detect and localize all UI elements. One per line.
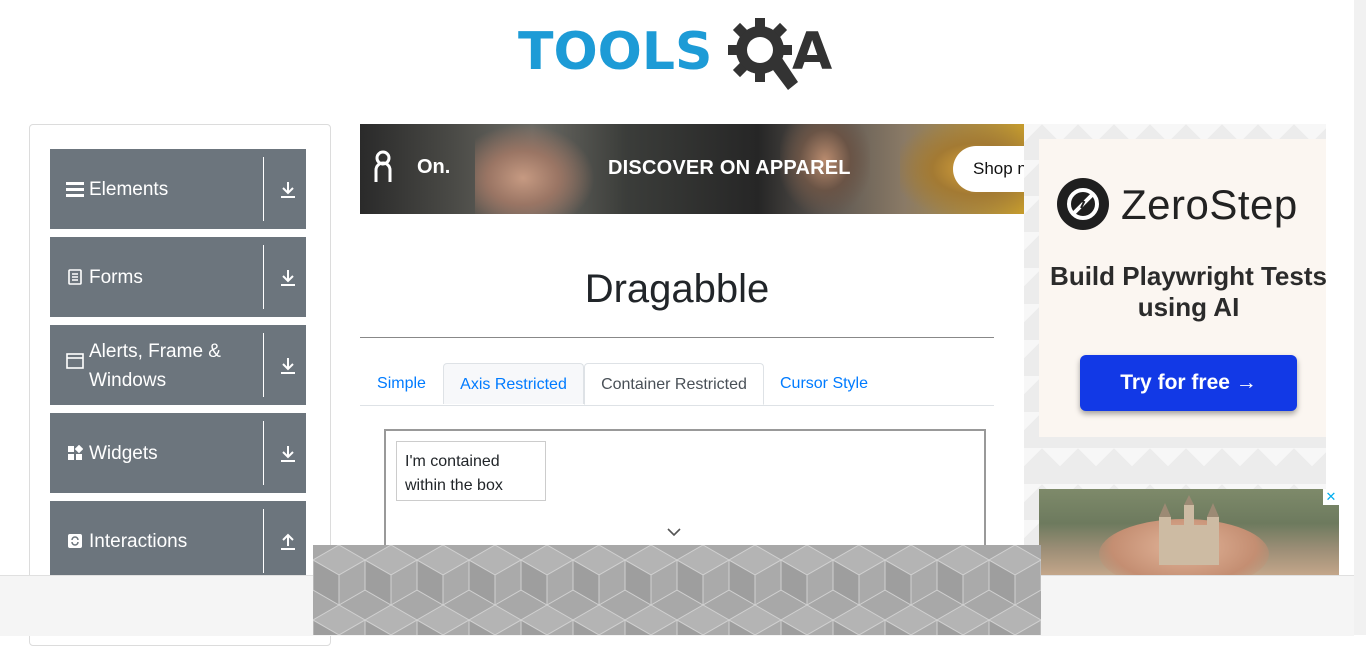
containment-wrapper: I'm contained within the box [384,429,986,559]
sidebar-group-elements[interactable]: Elements [50,149,306,229]
sidebar-group-label: Forms [89,267,143,288]
zerostep-tagline: Build Playwright Tests using AI [1050,261,1326,322]
sidebar-group-alerts[interactable]: Alerts, Frame & Windows [50,325,306,405]
download-arrow-icon[interactable] [278,443,298,465]
document-icon [66,267,84,287]
download-arrow-icon[interactable] [278,267,298,289]
sidebar-group-label: Widgets [89,443,158,464]
castle-icon [1159,495,1219,565]
zerostep-brand: ZeroStep [1121,181,1298,228]
on-apparel-ad[interactable]: On. DISCOVER ON APPAREL Shop n [360,124,1024,214]
widgets-grid-icon [66,443,84,463]
try-for-free-button[interactable]: Try for free → [1080,355,1297,411]
download-arrow-icon[interactable] [278,355,298,377]
ad-brand: On. [417,156,451,178]
on-logo-icon [374,150,392,182]
logo-text-tools: TOOLS [518,22,713,82]
page-scrollbar[interactable] [1354,0,1366,635]
window-icon [66,351,84,371]
divider [263,421,264,485]
castle-ad[interactable]: ✕ [1039,489,1339,575]
divider [263,509,264,573]
sidebar-group-label: Alerts, Frame & Windows [89,341,221,391]
page-title: Dragabble [584,267,770,311]
divider [263,245,264,309]
sidebar-group-interactions[interactable]: Interactions [50,501,306,581]
ad-headline: DISCOVER ON APPAREL [608,157,851,179]
site-header: TOOLS A [0,0,1354,110]
shop-button[interactable]: Shop n [953,146,1024,192]
hamburger-icon [66,179,84,199]
gear-magnifier-icon [728,18,798,90]
logo-text-a: A [792,22,833,82]
refresh-icon [66,531,84,551]
zerostep-card: ZeroStep Build Playwright Tests using AI… [1039,139,1326,437]
close-icon[interactable]: ✕ [1323,489,1339,505]
toolsqa-logo[interactable]: TOOLS A [518,14,843,92]
tab-cursor-style[interactable]: Cursor Style [764,363,884,404]
draggable-box[interactable]: I'm contained within the box [396,441,546,501]
tab-simple[interactable]: Simple [360,363,443,404]
upload-arrow-icon[interactable] [278,531,298,553]
title-divider [360,337,994,338]
sidebar-group-label: Elements [89,179,169,200]
ad-photo [475,124,595,214]
zerostep-logo-icon [1057,178,1109,230]
sidebar: Elements Forms Alerts, Frame & Windows W… [29,124,331,646]
tab-bar: Simple Axis Restricted Container Restric… [360,363,994,406]
bottom-banner-ad[interactable] [313,545,1041,635]
divider [263,157,264,221]
tab-container-restricted[interactable]: Container Restricted [584,363,764,405]
chevron-down-icon[interactable] [667,527,681,537]
tab-axis-restricted[interactable]: Axis Restricted [443,363,584,404]
download-arrow-icon[interactable] [278,179,298,201]
sidebar-group-forms[interactable]: Forms [50,237,306,317]
sidebar-group-widgets[interactable]: Widgets [50,413,306,493]
sidebar-group-label: Interactions [89,531,188,552]
divider [263,333,264,397]
cube-pattern [313,545,1041,635]
